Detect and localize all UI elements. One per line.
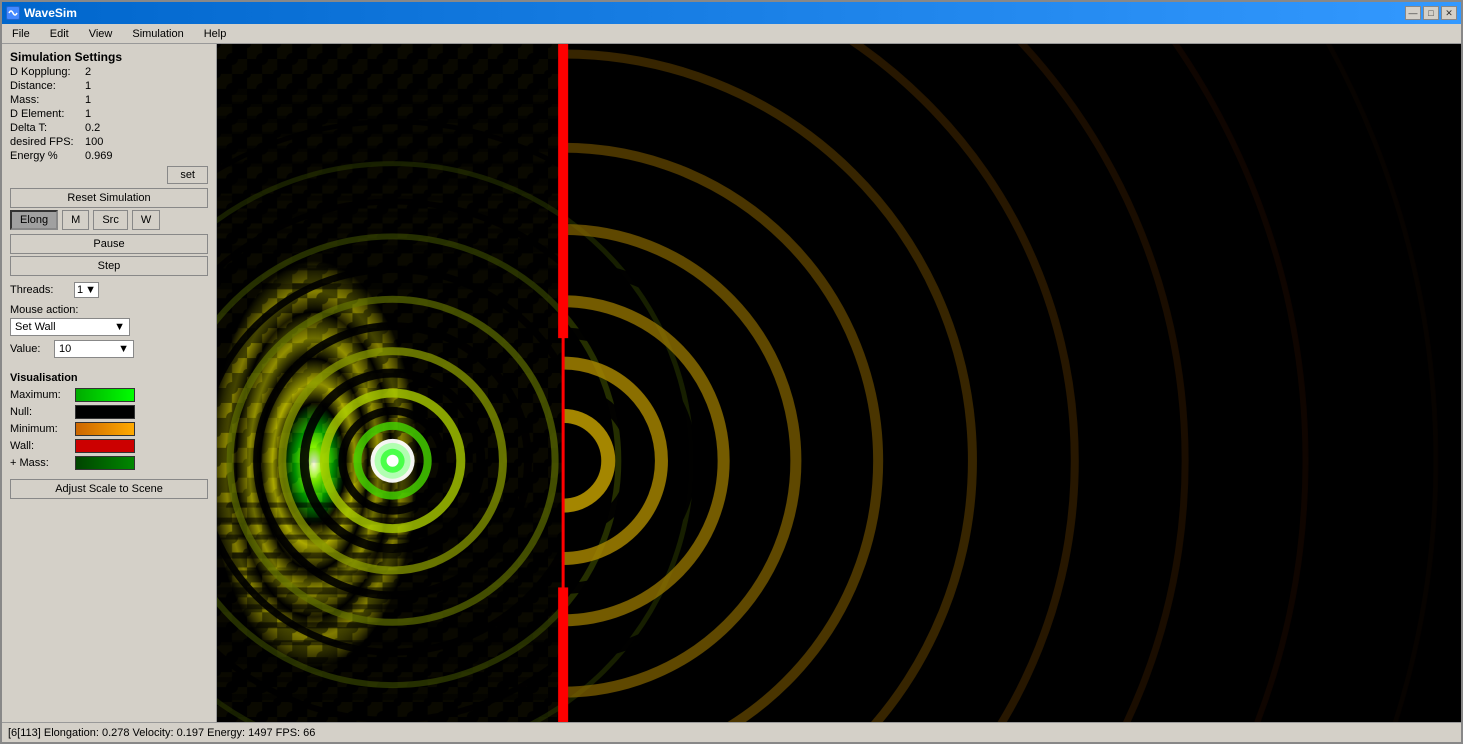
value-delta-t: 0.2 <box>85 122 100 134</box>
threads-row: Threads: 1 ▼ <box>10 282 208 298</box>
field-delta-t: Delta T: 0.2 <box>10 122 208 134</box>
mode-buttons: Elong M Src W <box>10 210 208 230</box>
value-d-element: 1 <box>85 108 91 120</box>
window-content: Simulation Settings D Kopplung: 2 Distan… <box>2 44 1461 722</box>
vis-minimum-swatch <box>75 422 135 436</box>
threads-chevron-icon: ▼ <box>85 284 96 296</box>
mouse-action-section: Mouse action: Set Wall ▼ Value: 10 ▼ <box>10 304 208 362</box>
field-distance: Distance: 1 <box>10 80 208 92</box>
label-desired-fps: desired FPS: <box>10 136 85 148</box>
threads-value: 1 <box>77 284 83 296</box>
menu-view[interactable]: View <box>83 26 119 42</box>
field-d-kopplung: D Kopplung: 2 <box>10 66 208 78</box>
label-mass: Mass: <box>10 94 85 106</box>
menu-help[interactable]: Help <box>198 26 233 42</box>
vis-minimum-label: Minimum: <box>10 423 75 435</box>
wave-visualization <box>217 44 1461 722</box>
mode-w-button[interactable]: W <box>132 210 160 230</box>
value-desired-fps: 100 <box>85 136 103 148</box>
value-value: 10 <box>59 343 71 355</box>
title-bar: WaveSim — □ ✕ <box>2 2 1461 24</box>
vis-mass-swatch <box>75 456 135 470</box>
label-d-kopplung: D Kopplung: <box>10 66 85 78</box>
vis-wall: Wall: <box>10 439 208 453</box>
vis-null: Null: <box>10 405 208 419</box>
value-dropdown-row: Value: 10 ▼ <box>10 340 208 358</box>
title-bar-buttons: — □ ✕ <box>1405 6 1457 20</box>
mouse-action-label: Mouse action: <box>10 304 208 316</box>
value-d-kopplung: 2 <box>85 66 91 78</box>
title-bar-left: WaveSim <box>6 6 77 20</box>
vis-null-swatch <box>75 405 135 419</box>
mode-src-button[interactable]: Src <box>93 210 128 230</box>
label-energy: Energy % <box>10 150 85 162</box>
action-value: Set Wall <box>15 321 56 333</box>
field-mass: Mass: 1 <box>10 94 208 106</box>
left-panel: Simulation Settings D Kopplung: 2 Distan… <box>2 44 217 722</box>
value-label: Value: <box>10 343 50 355</box>
vis-mass-label: + Mass: <box>10 457 75 469</box>
field-d-element: D Element: 1 <box>10 108 208 120</box>
label-d-element: D Element: <box>10 108 85 120</box>
reset-simulation-button[interactable]: Reset Simulation <box>10 188 208 208</box>
menu-simulation[interactable]: Simulation <box>126 26 189 42</box>
field-energy: Energy % 0.969 <box>10 150 208 162</box>
field-desired-fps: desired FPS: 100 <box>10 136 208 148</box>
vis-maximum-swatch <box>75 388 135 402</box>
vis-wall-label: Wall: <box>10 440 75 452</box>
mode-elong-button[interactable]: Elong <box>10 210 58 230</box>
mode-m-button[interactable]: M <box>62 210 89 230</box>
vis-minimum: Minimum: <box>10 422 208 436</box>
minimize-button[interactable]: — <box>1405 6 1421 20</box>
threads-label: Threads: <box>10 284 70 296</box>
simulation-settings: Simulation Settings D Kopplung: 2 Distan… <box>10 50 208 184</box>
value-distance: 1 <box>85 80 91 92</box>
value-mass: 1 <box>85 94 91 106</box>
menu-edit[interactable]: Edit <box>44 26 75 42</box>
status-bar: [6[113] Elongation: 0.278 Velocity: 0.19… <box>2 722 1461 742</box>
close-button[interactable]: ✕ <box>1441 6 1457 20</box>
set-button[interactable]: set <box>167 166 208 184</box>
value-chevron-icon: ▼ <box>118 343 129 355</box>
step-button[interactable]: Step <box>10 256 208 276</box>
vis-title: Visualisation <box>10 372 208 384</box>
settings-title: Simulation Settings <box>10 50 208 64</box>
menu-file[interactable]: File <box>6 26 36 42</box>
value-energy: 0.969 <box>85 150 113 162</box>
reset-section: Reset Simulation Elong M Src W Pause Ste… <box>10 188 208 278</box>
vis-null-label: Null: <box>10 406 75 418</box>
label-delta-t: Delta T: <box>10 122 85 134</box>
vis-wall-swatch <box>75 439 135 453</box>
vis-mass: + Mass: <box>10 456 208 470</box>
label-distance: Distance: <box>10 80 85 92</box>
action-chevron-icon: ▼ <box>114 321 125 333</box>
action-dropdown-row: Set Wall ▼ <box>10 318 208 336</box>
action-dropdown[interactable]: Set Wall ▼ <box>10 318 130 336</box>
wave-canvas-area[interactable] <box>217 44 1461 722</box>
menu-bar: File Edit View Simulation Help <box>2 24 1461 44</box>
threads-select[interactable]: 1 ▼ <box>74 282 99 298</box>
window-title: WaveSim <box>24 6 77 20</box>
pause-button[interactable]: Pause <box>10 234 208 254</box>
maximize-button[interactable]: □ <box>1423 6 1439 20</box>
value-dropdown[interactable]: 10 ▼ <box>54 340 134 358</box>
status-text: [6[113] Elongation: 0.278 Velocity: 0.19… <box>8 727 315 739</box>
visualisation-section: Visualisation Maximum: Null: Minimum: Wa… <box>10 372 208 499</box>
main-window: WaveSim — □ ✕ File Edit View Simulation … <box>0 0 1463 744</box>
vis-maximum-label: Maximum: <box>10 389 75 401</box>
app-icon <box>6 6 20 20</box>
vis-maximum: Maximum: <box>10 388 208 402</box>
adjust-scale-button[interactable]: Adjust Scale to Scene <box>10 479 208 499</box>
